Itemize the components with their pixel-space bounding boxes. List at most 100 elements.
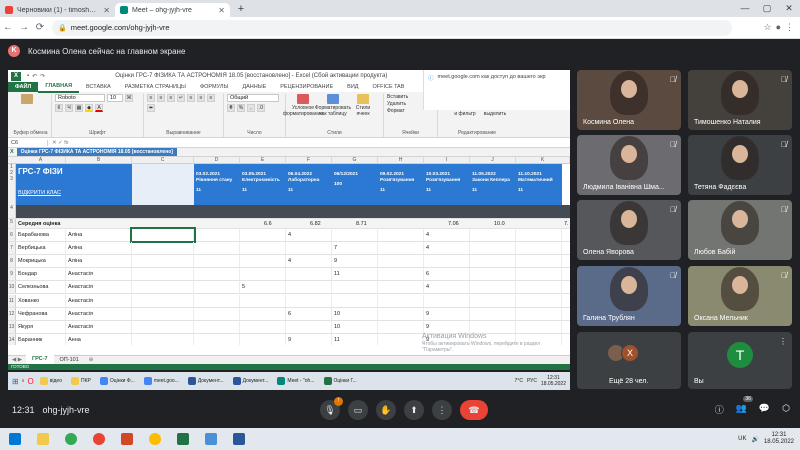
- cell-styles-button[interactable]: Стили ячеек: [349, 94, 377, 117]
- grade-cell[interactable]: [130, 226, 196, 244]
- row-number[interactable]: 14: [8, 333, 16, 345]
- student-first-name[interactable]: Анастасія: [66, 268, 132, 281]
- grade-cell[interactable]: 5: [240, 281, 286, 294]
- more-options-button[interactable]: ⋮: [432, 400, 452, 420]
- average-cell[interactable]: [194, 219, 240, 228]
- grade-cell[interactable]: [470, 229, 516, 242]
- grade-cell[interactable]: 9: [424, 307, 470, 320]
- grade-cell[interactable]: [194, 268, 240, 281]
- grade-cell[interactable]: [516, 242, 562, 255]
- grade-cell[interactable]: [378, 307, 424, 320]
- student-last-name[interactable]: Хованко: [16, 294, 66, 307]
- spreadsheet-grid[interactable]: A B C D E F G H I J K 123 ГРС-7 ФІЗИ ВІД…: [8, 157, 570, 345]
- student-last-name[interactable]: Мокрицька: [16, 255, 66, 268]
- taskbar-window[interactable]: meet.goo...: [141, 374, 182, 388]
- grade-cell[interactable]: [516, 320, 562, 333]
- borders-icon[interactable]: ▦: [75, 104, 83, 112]
- grade-cell[interactable]: 4: [286, 229, 332, 242]
- average-cell[interactable]: 6.82: [286, 219, 332, 228]
- student-first-name[interactable]: Анастасія: [66, 307, 132, 320]
- merge-cells-icon[interactable]: ⬌: [147, 104, 155, 112]
- tab-view[interactable]: ВИД: [340, 82, 365, 92]
- grade-cell[interactable]: [132, 268, 194, 281]
- camera-button[interactable]: ▭: [348, 400, 368, 420]
- tab-formulas[interactable]: ФОРМУЛЫ: [193, 82, 235, 92]
- activities-icon[interactable]: ⬡: [782, 403, 790, 416]
- tab-review[interactable]: РЕЦЕНЗИРОВАНИЕ: [273, 82, 340, 92]
- grade-cell[interactable]: [378, 294, 424, 307]
- grade-cell[interactable]: [240, 255, 286, 268]
- back-icon[interactable]: ←: [0, 22, 16, 33]
- raise-hand-button[interactable]: ✋: [376, 400, 396, 420]
- grade-cell[interactable]: [332, 229, 378, 242]
- grade-cell[interactable]: [240, 333, 286, 345]
- taskbar-app[interactable]: [172, 430, 194, 448]
- font-name-field[interactable]: Roboto: [55, 94, 105, 102]
- grade-cell[interactable]: [424, 255, 470, 268]
- grade-cell[interactable]: [132, 320, 194, 333]
- chat-icon[interactable]: 💬: [759, 403, 770, 416]
- grade-cell[interactable]: [378, 229, 424, 242]
- grade-cell[interactable]: [132, 242, 194, 255]
- taskbar-window[interactable]: Оцінки Г...: [321, 374, 360, 388]
- name-box[interactable]: C6: [8, 139, 48, 146]
- grade-cell[interactable]: [516, 281, 562, 294]
- student-first-name[interactable]: Аліна: [66, 255, 132, 268]
- tab-home[interactable]: ГЛАВНАЯ: [38, 81, 80, 93]
- grade-cell[interactable]: [240, 294, 286, 307]
- student-first-name[interactable]: Анна: [66, 333, 132, 345]
- student-last-name[interactable]: Селезньова: [16, 281, 66, 294]
- grade-cell[interactable]: [286, 268, 332, 281]
- average-cell[interactable]: 8.71: [332, 219, 378, 228]
- format-as-table-button[interactable]: Форматировать как таблицу: [315, 94, 351, 117]
- grade-cell[interactable]: [516, 229, 562, 242]
- grade-cell[interactable]: [424, 294, 470, 307]
- info-icon[interactable]: ⓘ: [715, 403, 724, 416]
- assignment-header-cell[interactable]: 11.05.2022 Закони Кеплера 11: [470, 164, 516, 205]
- average-cell[interactable]: 7.: [562, 219, 570, 228]
- participant-tile[interactable]: Галина Трублян 🎙̸: [577, 266, 681, 326]
- grade-cell[interactable]: [470, 320, 516, 333]
- grade-cell[interactable]: [132, 281, 194, 294]
- add-sheet-icon[interactable]: ⊕: [85, 357, 98, 363]
- browser-tab-meet[interactable]: Meet – ohg-jyjh-vre ✕: [115, 3, 230, 17]
- grade-cell[interactable]: [332, 281, 378, 294]
- grade-cell[interactable]: [470, 268, 516, 281]
- grade-cell[interactable]: [132, 333, 194, 345]
- thousands-icon[interactable]: ,: [247, 104, 255, 112]
- grade-cell[interactable]: [378, 320, 424, 333]
- taskbar-app[interactable]: [32, 430, 54, 448]
- assignment-header-cell[interactable]: 11.10.2021 Математичний 11: [516, 164, 562, 205]
- minimize-icon[interactable]: —: [734, 0, 756, 17]
- grade-cell[interactable]: [194, 242, 240, 255]
- grade-cell[interactable]: 4: [424, 242, 470, 255]
- taskbar-window[interactable]: Оцінки Ф...: [97, 374, 138, 388]
- taskbar-app[interactable]: [144, 430, 166, 448]
- student-last-name[interactable]: Баранник: [16, 333, 66, 345]
- underline-icon[interactable]: Ч: [65, 104, 73, 112]
- fill-color-icon[interactable]: ◆: [85, 104, 93, 112]
- bookmark-star-icon[interactable]: ☆: [763, 22, 771, 33]
- grade-cell[interactable]: [194, 229, 240, 242]
- participant-tile[interactable]: Космина Олена 🎙̸: [577, 70, 681, 130]
- undo-icon[interactable]: ↶: [32, 73, 37, 80]
- browser-tab-drafts[interactable]: Черновики (1) - timoshenko.nat ✕: [0, 3, 115, 17]
- grade-cell[interactable]: [240, 320, 286, 333]
- new-tab-button[interactable]: +: [234, 2, 248, 16]
- grade-cell[interactable]: [240, 229, 286, 242]
- grade-cell[interactable]: 6: [424, 268, 470, 281]
- average-cell[interactable]: 10.0: [470, 219, 516, 228]
- participant-tile[interactable]: Оксана Мельник 🎙̸: [688, 266, 792, 326]
- participant-tile[interactable]: Людмила Іванівна Шма... 🎙̸: [577, 135, 681, 195]
- grade-cell[interactable]: [240, 307, 286, 320]
- align-top-icon[interactable]: ≡: [147, 94, 155, 102]
- align-right-icon[interactable]: ≡: [207, 94, 215, 102]
- participant-tile[interactable]: Тетяна Фадєєва 🎙̸: [688, 135, 792, 195]
- grade-cell[interactable]: [132, 294, 194, 307]
- grade-cell[interactable]: 11: [332, 333, 378, 345]
- align-middle-icon[interactable]: ≡: [157, 94, 165, 102]
- volume-icon[interactable]: 🔊: [751, 436, 758, 443]
- present-button[interactable]: ⬆: [404, 400, 424, 420]
- taskbar-window[interactable]: Meet - "oh...: [274, 374, 317, 388]
- grade-cell[interactable]: [286, 281, 332, 294]
